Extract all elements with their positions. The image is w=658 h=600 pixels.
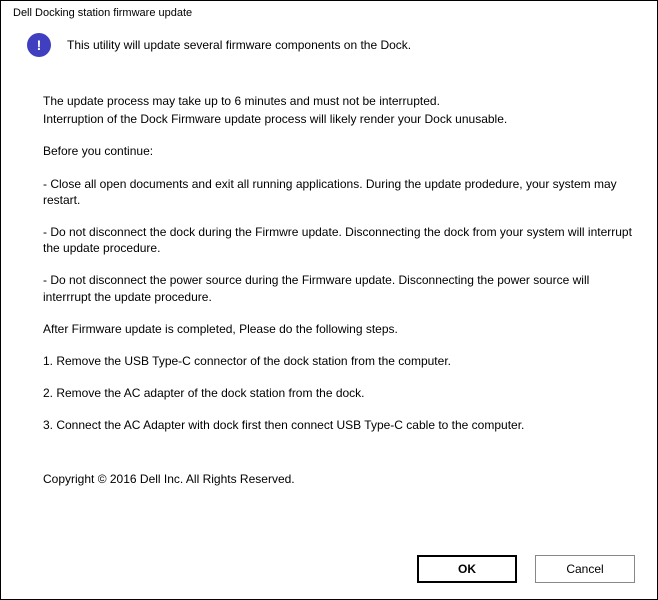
step-3: 3. Connect the AC Adapter with dock firs… (43, 417, 633, 433)
ok-button[interactable]: OK (417, 555, 517, 583)
bullet-dock-disconnect: - Do not disconnect the dock during the … (43, 224, 633, 256)
content-body: The update process may take up to 6 minu… (43, 93, 633, 488)
button-row: OK Cancel (417, 555, 635, 583)
copyright-text: Copyright © 2016 Dell Inc. All Rights Re… (43, 471, 633, 487)
window-title: Dell Docking station firmware update (13, 7, 645, 19)
intro-line-1: The update process may take up to 6 minu… (43, 93, 633, 109)
step-2: 2. Remove the AC adapter of the dock sta… (43, 385, 633, 401)
after-heading: After Firmware update is completed, Plea… (43, 321, 633, 337)
header-row: ! This utility will update several firmw… (27, 33, 645, 57)
cancel-button[interactable]: Cancel (535, 555, 635, 583)
info-icon: ! (27, 33, 51, 57)
dialog-window: Dell Docking station firmware update ! T… (1, 1, 657, 599)
step-1: 1. Remove the USB Type-C connector of th… (43, 353, 633, 369)
bullet-close-apps: - Close all open documents and exit all … (43, 176, 633, 208)
bullet-power-disconnect: - Do not disconnect the power source dur… (43, 272, 633, 304)
intro-line-2: Interruption of the Dock Firmware update… (43, 111, 633, 127)
before-heading: Before you continue: (43, 143, 633, 159)
header-text: This utility will update several firmwar… (67, 38, 411, 52)
